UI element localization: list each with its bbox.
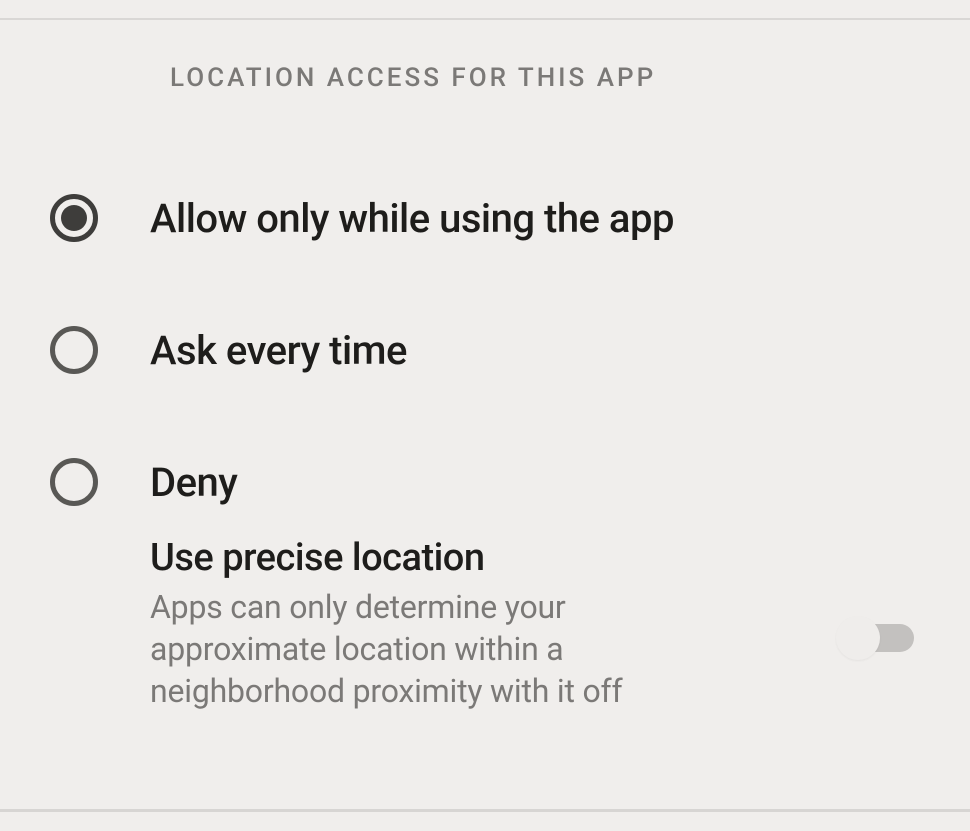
radio-label: Allow only while using the app [150, 195, 674, 242]
radio-icon-unselected [50, 458, 98, 506]
location-access-radio-group: Allow only while using the app Ask every… [50, 152, 930, 548]
divider-bottom [0, 809, 970, 812]
precise-location-title: Use precise location [150, 536, 750, 580]
radio-label: Ask every time [150, 327, 407, 374]
radio-inner-dot [61, 205, 87, 231]
section-header: LOCATION ACCESS FOR THIS APP [170, 63, 656, 93]
precise-location-text: Use precise location Apps can only deter… [150, 536, 840, 712]
divider-top [0, 18, 970, 20]
radio-icon-selected [50, 194, 98, 242]
radio-option-allow-while-using[interactable]: Allow only while using the app [50, 152, 930, 284]
radio-icon-unselected [50, 326, 98, 374]
precise-location-row[interactable]: Use precise location Apps can only deter… [150, 536, 914, 712]
settings-panel: LOCATION ACCESS FOR THIS APP Allow only … [0, 0, 970, 831]
precise-location-toggle[interactable] [840, 624, 914, 652]
radio-label: Deny [150, 459, 237, 506]
precise-location-description: Apps can only determine your approximate… [150, 586, 670, 712]
toggle-thumb-icon [836, 616, 880, 660]
radio-option-ask-every-time[interactable]: Ask every time [50, 284, 930, 416]
radio-option-deny[interactable]: Deny [50, 416, 930, 548]
